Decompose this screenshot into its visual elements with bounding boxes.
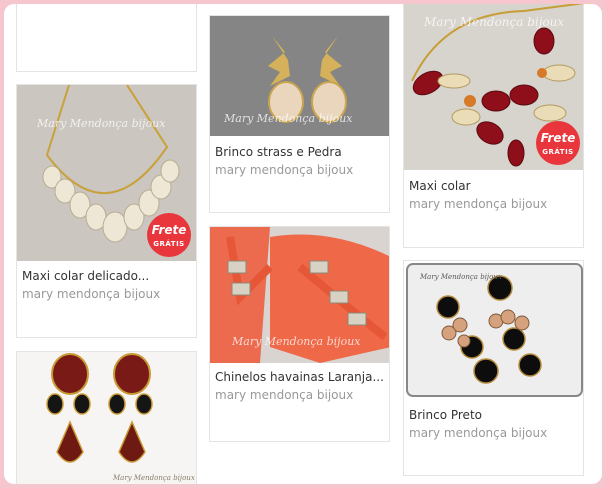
product-image[interactable]: Mary Mendonça bijoux Frete GRÁTIS	[404, 4, 583, 170]
product-title[interactable]: Brinco strass e Pedra	[215, 145, 342, 159]
watermark: Mary Mendonça bijoux	[420, 273, 502, 281]
watermark: Mary Mendonça bijoux	[232, 335, 361, 348]
product-title[interactable]: Chinelos havainas Laranja...	[215, 370, 385, 384]
seller-name[interactable]: mary mendonça bijoux	[22, 287, 160, 301]
product-title[interactable]: Maxi colar delicado...	[22, 269, 192, 283]
product-card[interactable]: Mary Mendonça bijoux Brinco Preto mary m…	[403, 260, 584, 476]
seller-name[interactable]: mary mendonça bijoux	[215, 388, 353, 402]
seller-name[interactable]: mary mendonça bijoux	[409, 197, 547, 211]
black-earrings-image	[406, 263, 583, 397]
watermark: Mary Mendonça bijoux	[424, 15, 565, 29]
seller-name[interactable]: mary mendonça bijoux	[215, 163, 353, 177]
watermark: Mary Mendonça bijoux	[113, 474, 195, 482]
free-shipping-badge: Frete GRÁTIS	[536, 121, 580, 165]
product-card[interactable]: Mary Mendonça bijoux Frete GRÁTIS Maxi c…	[403, 4, 584, 248]
red-earrings-image	[17, 352, 196, 484]
product-image[interactable]: Mary Mendonça bijoux Frete GRÁTIS	[17, 85, 196, 261]
badge-line1: Frete	[151, 223, 187, 237]
product-image[interactable]: Mary Mendonça bijoux	[17, 352, 196, 484]
watermark: Mary Mendonça bijoux	[37, 117, 166, 130]
product-image[interactable]: Mary Mendonça bijoux	[210, 16, 389, 136]
product-card-partial-top[interactable]	[16, 4, 197, 72]
badge-line2: GRÁTIS	[542, 148, 574, 156]
product-card[interactable]: Mary Mendonça bijoux Brinco strass e Ped…	[209, 15, 390, 213]
badge-line1: Frete	[540, 131, 576, 145]
badge-line2: GRÁTIS	[153, 240, 185, 248]
product-card[interactable]: Mary Mendonça bijoux Chinelos havainas L…	[209, 226, 390, 442]
product-card[interactable]: Mary Mendonça bijoux Frete GRÁTIS Maxi c…	[16, 84, 197, 338]
product-image[interactable]: Mary Mendonça bijoux	[404, 261, 583, 399]
product-card[interactable]: Mary Mendonça bijoux	[16, 351, 197, 484]
product-title[interactable]: Maxi colar	[409, 179, 471, 193]
product-title[interactable]: Brinco Preto	[409, 408, 482, 422]
product-grid: Mary Mendonça bijoux Frete GRÁTIS Maxi c…	[4, 4, 602, 484]
watermark: Mary Mendonça bijoux	[224, 112, 353, 125]
product-image[interactable]: Mary Mendonça bijoux	[210, 227, 389, 363]
seller-name[interactable]: mary mendonça bijoux	[409, 426, 547, 440]
free-shipping-badge: Frete GRÁTIS	[147, 213, 191, 257]
